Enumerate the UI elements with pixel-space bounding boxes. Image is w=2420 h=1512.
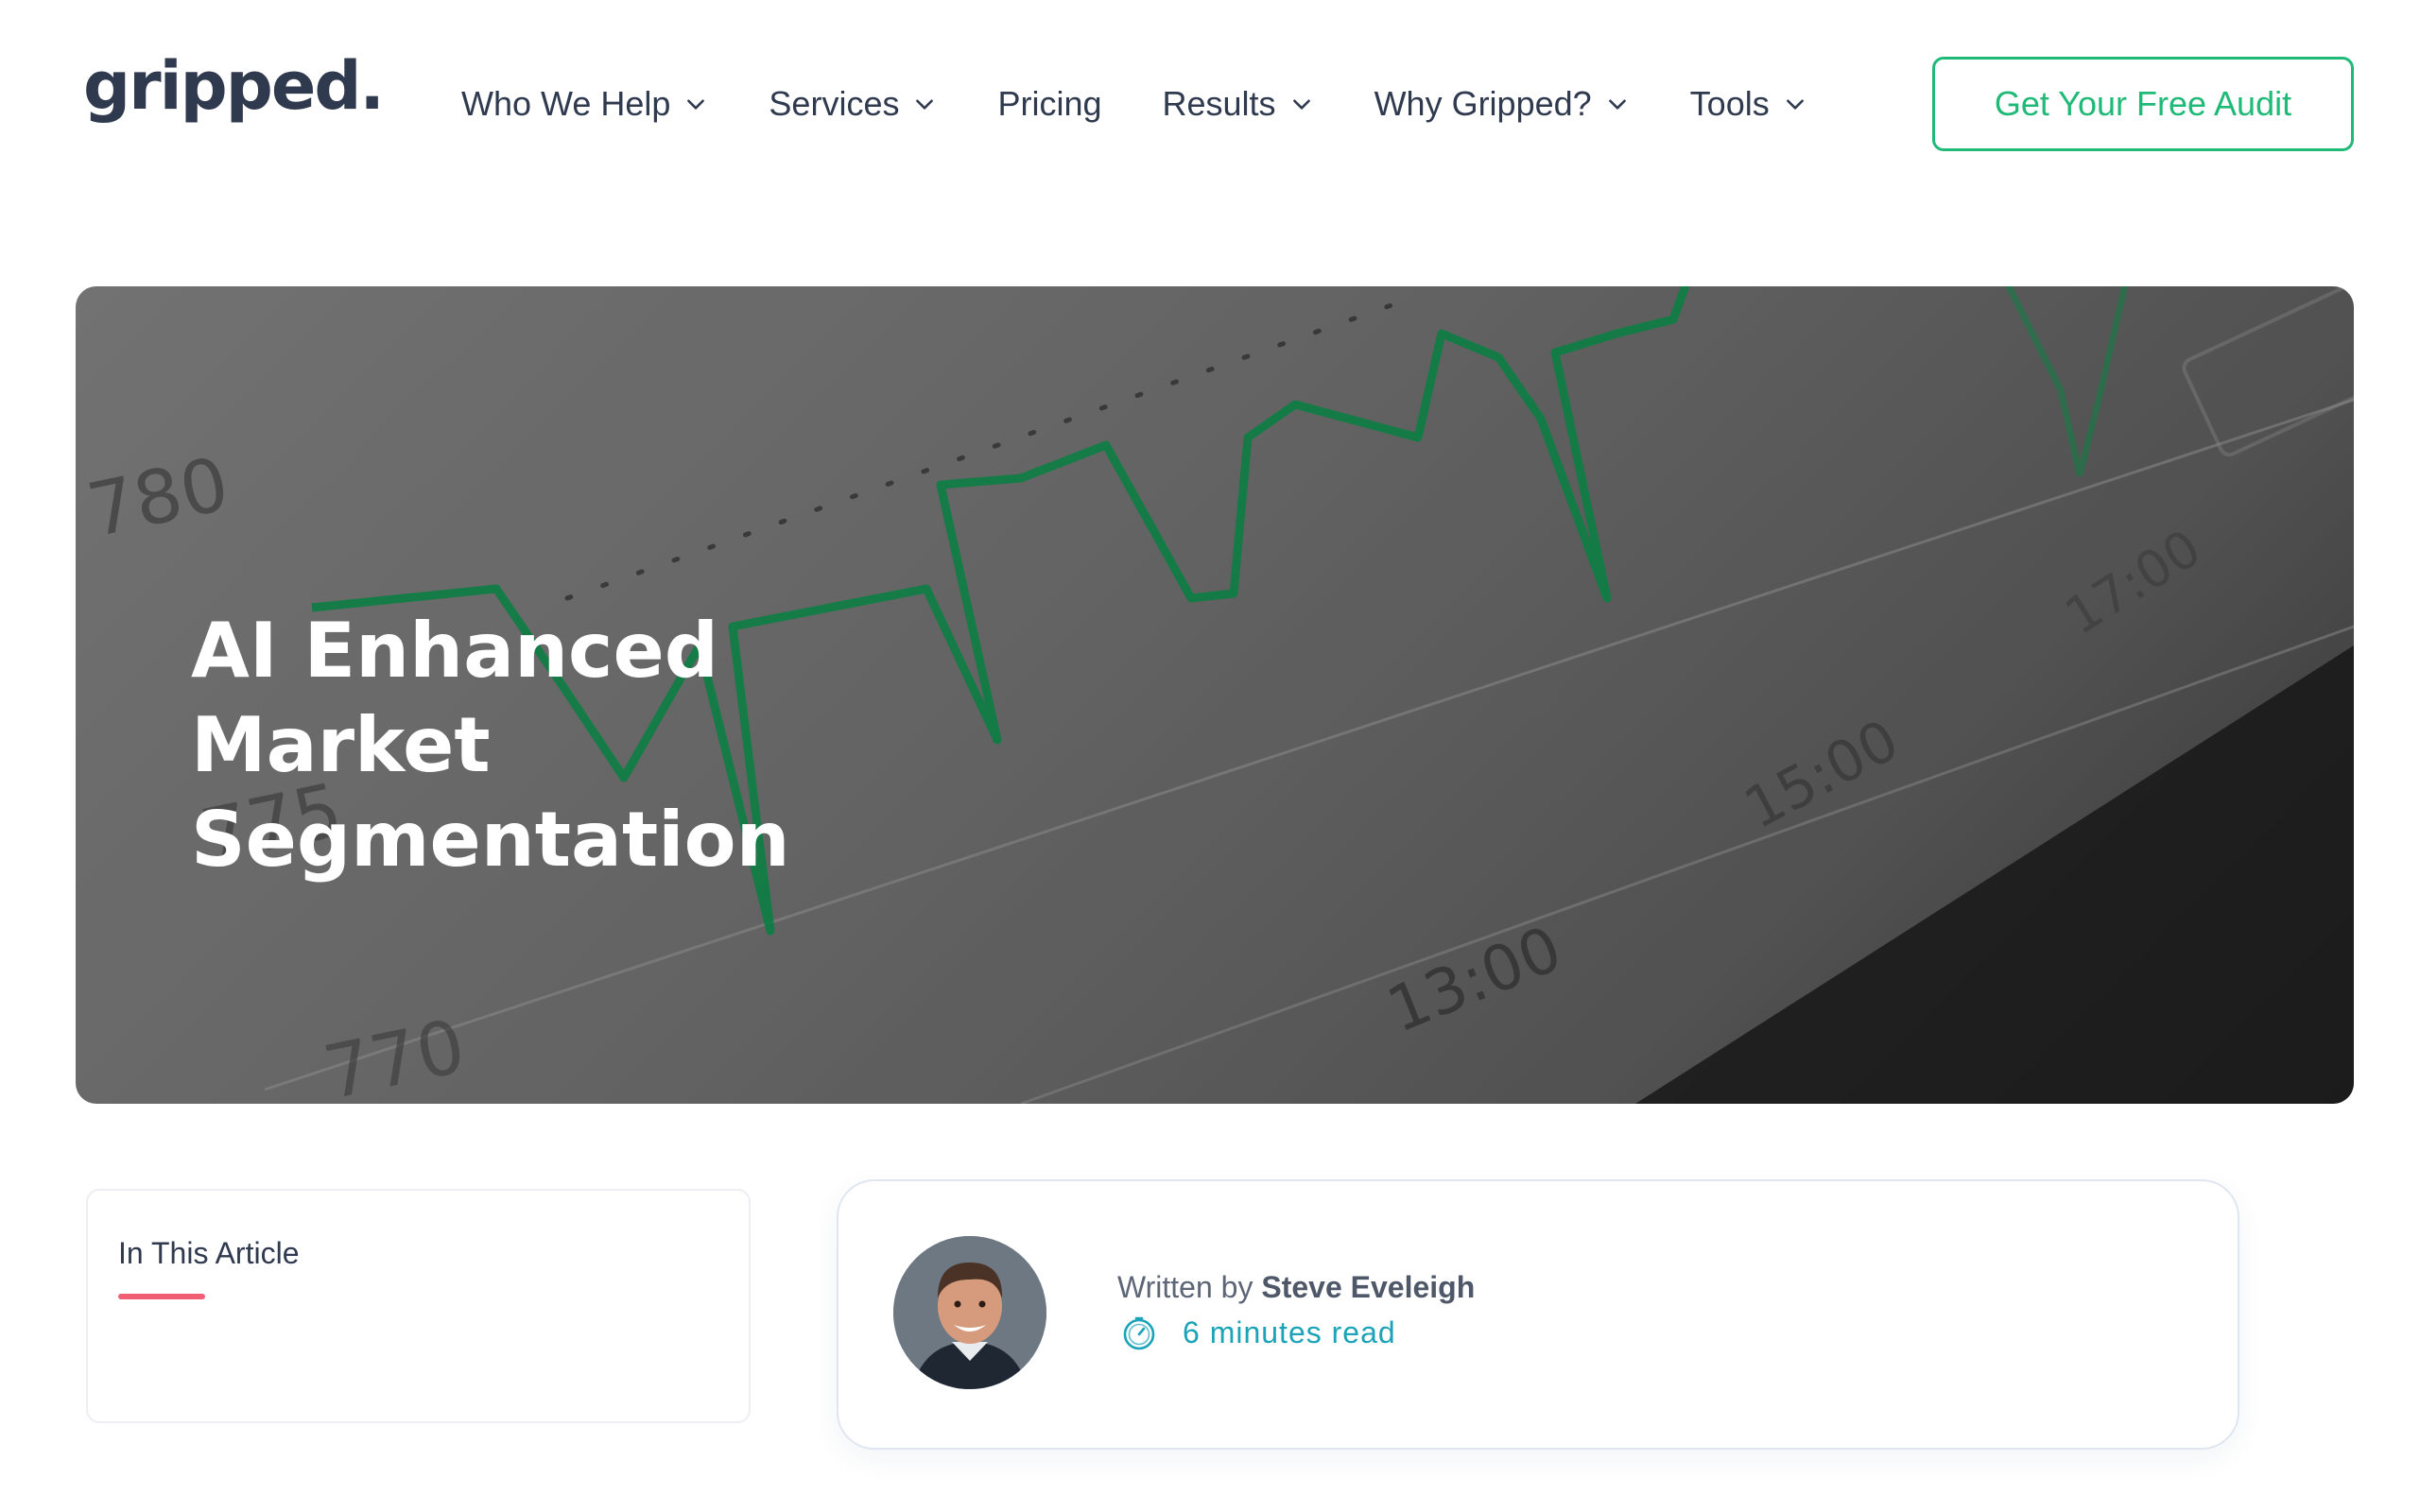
page-title: AI Enhanced Market Segmentation [191,604,1042,887]
author-byline: Written by Steve Eveleigh [1117,1270,1475,1305]
chevron-down-icon [1786,99,1804,110]
chevron-down-icon [1292,99,1310,110]
page-title-line1: AI Enhanced Market [191,607,718,789]
nav-label: Results [1162,84,1276,123]
page-title-line2: Segmentation [191,796,790,884]
nav-label: Why Gripped? [1374,84,1592,123]
read-time: 6 minutes read [1120,1314,1396,1351]
author-name[interactable]: Steve Eveleigh [1261,1270,1475,1304]
nav-who-we-help[interactable]: Who We Help [461,84,708,124]
nav-label: Tools [1689,84,1770,123]
chevron-down-icon [1608,99,1626,110]
chevron-down-icon [687,99,705,110]
nav-tools[interactable]: Tools [1690,84,1807,124]
nav-label: Services [769,84,900,123]
gripped-logo[interactable]: gripped. [83,53,385,119]
main-nav: Who We Help Services Pricing Results Why… [461,79,1807,129]
nav-services[interactable]: Services [769,84,937,124]
read-time-label: 6 minutes read [1183,1314,1396,1349]
nav-label: Pricing [997,84,1102,123]
toc-underline [118,1294,205,1299]
chevron-down-icon [916,99,934,110]
nav-pricing[interactable]: Pricing [997,84,1101,124]
author-photo [893,1236,1046,1389]
byline-prefix: Written by [1117,1270,1253,1304]
toc-title: In This Article [118,1236,300,1270]
nav-why-gripped[interactable]: Why Gripped? [1374,84,1630,124]
author-card: Written by Steve Eveleigh 6 minutes read [837,1179,2239,1450]
free-audit-button[interactable]: Get Your Free Audit [1932,57,2354,151]
nav-label: Who We Help [461,84,671,123]
nav-results[interactable]: Results [1163,84,1314,124]
clock-icon [1123,1316,1155,1350]
author-avatar [893,1236,1046,1389]
table-of-contents: In This Article [86,1189,751,1423]
hero-banner: 780 775 770 13:00 15:00 17:00 AI Enhance… [76,286,2354,1104]
